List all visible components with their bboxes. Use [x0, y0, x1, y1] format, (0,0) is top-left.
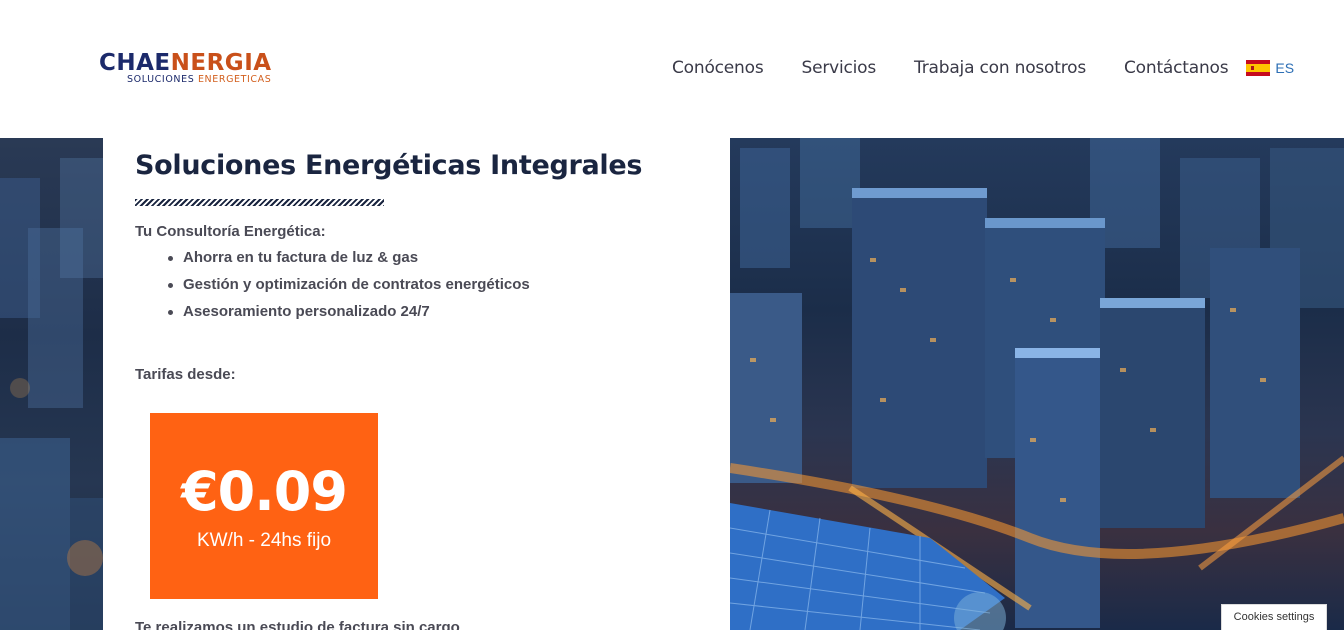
consulting-subtitle: Tu Consultoría Energética:	[135, 223, 326, 240]
rates-label: Tarifas desde:	[135, 366, 236, 383]
site-header: CHAENERGIA SOLUCIONES ENERGETICAS Conóce…	[0, 0, 1344, 138]
list-item: Asesoramiento personalizado 24/7	[165, 302, 530, 329]
spain-flag-icon	[1246, 60, 1271, 76]
language-code: ES	[1275, 60, 1295, 76]
logo-tagline-part1: SOLUCIONES	[127, 74, 198, 85]
page-title: Soluciones Energéticas Integrales	[135, 150, 643, 181]
list-item: Ahorra en tu factura de luz & gas	[165, 248, 530, 275]
nav-item-servicios[interactable]: Servicios	[801, 58, 876, 78]
price-unit: KW/h - 24hs fijo	[196, 530, 332, 551]
free-study-note: Te realizamos un estudio de factura sin …	[135, 619, 460, 630]
list-item: Gestión y optimización de contratos ener…	[165, 275, 530, 302]
brand-logo[interactable]: CHAENERGIA SOLUCIONES ENERGETICAS	[99, 50, 311, 90]
benefits-list: Ahorra en tu factura de luz & gas Gestió…	[165, 248, 530, 329]
logo-tagline-part2: ENERGETICAS	[197, 74, 272, 85]
hero-city-image	[730, 138, 1344, 630]
logo-wordmark-part2: NERGIA	[170, 50, 272, 76]
nav-item-contactanos[interactable]: Contáctanos	[1124, 58, 1229, 78]
language-switcher[interactable]: ES	[1246, 60, 1294, 76]
cookies-settings-button[interactable]: Cookies settings	[1221, 604, 1327, 630]
hero-content: Soluciones Energéticas Integrales Tu Con…	[103, 138, 730, 630]
main-nav: Conócenos Servicios Trabaja con nosotros…	[672, 57, 1294, 79]
city-skyline-blur	[0, 158, 103, 630]
title-divider	[135, 199, 384, 206]
city-illustration	[730, 138, 1344, 630]
background-city-image-left	[0, 138, 103, 630]
logo-wordmark-part1: CHAE	[99, 50, 171, 76]
logo-tagline: SOLUCIONES ENERGETICAS	[127, 74, 271, 85]
price-value: €0.09	[181, 460, 348, 523]
logo-wordmark: CHAENERGIA	[99, 50, 272, 76]
nav-item-trabaja[interactable]: Trabaja con nosotros	[914, 58, 1086, 78]
nav-item-conocenos[interactable]: Conócenos	[672, 58, 764, 78]
price-box: €0.09 KW/h - 24hs fijo	[150, 413, 378, 599]
